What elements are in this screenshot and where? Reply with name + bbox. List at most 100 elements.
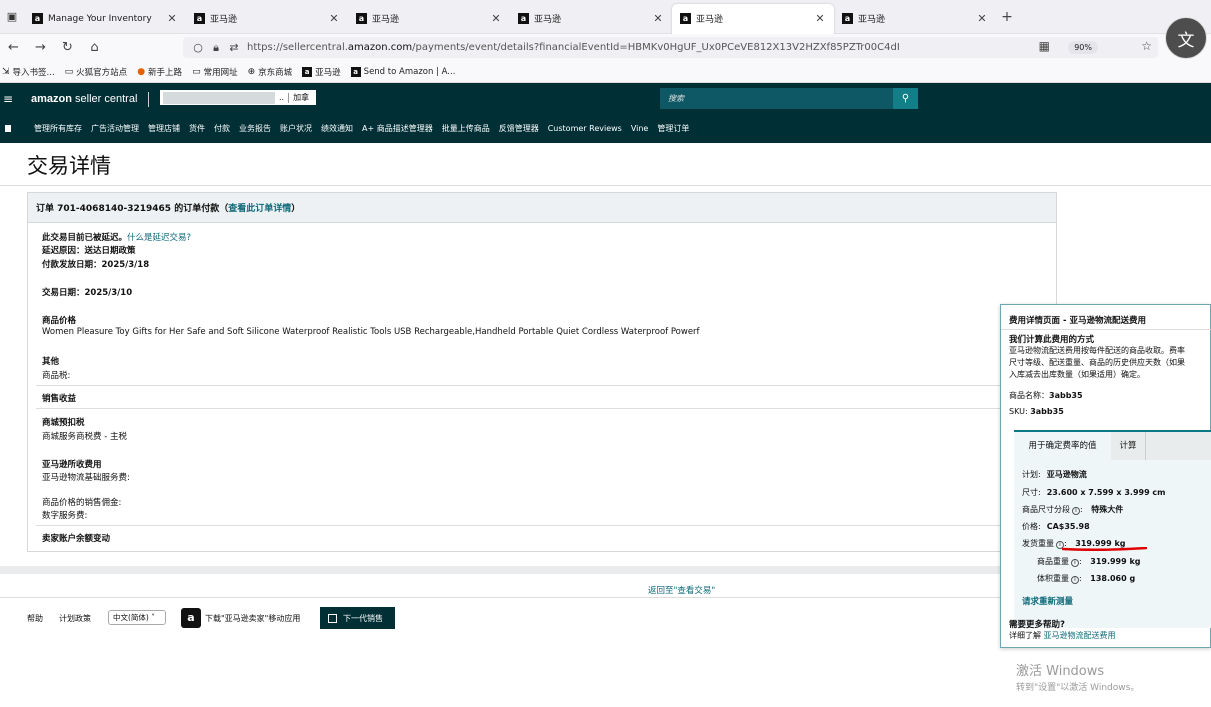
bookmark-send-to-amazon[interactable]: a Send to Amazon | A... — [350, 66, 455, 77]
product-name: 商品名称：3abb35 — [1009, 391, 1083, 400]
bookmarks-bar: ⇲ 导入书签... ▭ 火狐官方站点 ● 新手上路 ▭ 常用网址 ⊕ 京东商城 a 亚马逊 … — [0, 61, 1211, 83]
permissions-icon[interactable]: ⇄ — [225, 41, 243, 54]
bookmark-icon[interactable] — [5, 125, 11, 132]
nav-item[interactable]: 管理店铺 — [148, 123, 180, 134]
close-icon[interactable]: ✕ — [976, 12, 988, 25]
withheld-tax-label: 商城预扣税 — [42, 418, 85, 428]
account-switcher[interactable]: .. 加拿 — [160, 90, 316, 105]
home-icon[interactable]: ⌂ — [81, 40, 108, 55]
shield-icon[interactable]: ○ — [189, 41, 207, 54]
firefox-icon: ● — [137, 66, 146, 77]
divider — [36, 385, 1056, 386]
browser-tab[interactable]: a 亚马逊 ✕ — [186, 4, 348, 34]
request-remeasure-link[interactable]: 请求重新测量 — [1022, 595, 1073, 607]
browser-tab[interactable]: a 亚马逊 ✕ — [510, 4, 672, 34]
red-underline-annotation — [1062, 547, 1147, 551]
fba-fees-link[interactable]: 亚马逊物流配送费用 — [1044, 631, 1116, 640]
nav-item[interactable]: 货件 — [189, 123, 205, 134]
policy-link[interactable]: 计划政策 — [59, 613, 91, 624]
bookmark-amazon[interactable]: a 亚马逊 — [302, 66, 341, 78]
next-gen-selling-button[interactable]: 下一代销售 — [320, 607, 395, 629]
size-tier-row: 商品尺寸分段 i: 特殊大件 — [1022, 505, 1124, 515]
tab-label: 亚马逊 — [210, 15, 238, 25]
amazon-favicon-icon: a — [350, 66, 361, 77]
back-to-transactions-link[interactable]: 返回至"查看交易" — [648, 584, 715, 596]
divider — [1001, 329, 1211, 330]
browser-tab[interactable]: a Manage Your Inventory ✕ — [24, 4, 186, 34]
order-heading: 订单 701-4068140-3219465 的订单付款（ 查看此订单详情） — [28, 193, 1056, 223]
browser-tab[interactable]: a 亚马逊 ✕ — [834, 4, 996, 34]
bookmark-getting-started[interactable]: ● 新手上路 — [137, 66, 182, 78]
star-icon[interactable]: ☆ — [1141, 39, 1152, 53]
nav-item[interactable]: 反馈管理器 — [499, 123, 539, 134]
deferred-note: 此交易目前已被延迟。什么是延迟交易? — [42, 233, 192, 243]
help-link[interactable]: 帮助 — [27, 613, 43, 624]
forward-arrow-icon[interactable]: → — [27, 40, 54, 55]
amazon-favicon-icon: a — [32, 13, 43, 24]
browser-tab-active[interactable]: a 亚马逊 ✕ — [672, 3, 834, 34]
fee-values-panel: 用于确定费率的值 计算 计划: 亚马逊物流 尺寸: 23.600 x 7.599 x… — [1014, 430, 1211, 628]
divider — [0, 185, 1211, 186]
info-icon[interactable]: i — [1071, 576, 1079, 584]
translate-icon[interactable]: 文 — [1165, 17, 1207, 59]
nav-item[interactable]: A+ 商品描述管理器 — [362, 123, 433, 134]
account-divider — [288, 92, 290, 103]
close-icon[interactable]: ✕ — [652, 12, 664, 25]
divider — [36, 525, 1056, 526]
plan-row: 计划: 亚马逊物流 — [1022, 470, 1087, 479]
tab-label: 亚马逊 — [696, 15, 724, 25]
reload-icon[interactable]: ↻ — [54, 40, 81, 55]
tab-calculation[interactable]: 计算 — [1111, 432, 1146, 460]
nav-item[interactable]: Vine — [631, 124, 649, 133]
search-icon[interactable]: ⚲ — [893, 88, 918, 109]
tab-list-icon[interactable]: ▣ — [0, 0, 24, 34]
dimensions-row: 尺寸: 23.600 x 7.599 x 3.999 cm — [1022, 488, 1166, 497]
bookmark-jd[interactable]: ⊕ 京东商城 — [248, 66, 293, 78]
close-icon[interactable]: ✕ — [328, 12, 340, 25]
deferred-help-link[interactable]: 什么是延迟交易? — [127, 233, 191, 243]
new-tab-icon[interactable]: + — [996, 9, 1018, 25]
transaction-date: 交易日期：2025/3/10 — [42, 288, 133, 298]
info-icon[interactable]: i — [1072, 507, 1080, 515]
tab-label: 亚马逊 — [534, 15, 562, 25]
nav-item[interactable]: 付款 — [214, 123, 230, 134]
nav-item[interactable]: 业务报告 — [239, 123, 271, 134]
lock-icon[interactable]: 🔒︎ — [207, 41, 225, 55]
nav-item[interactable]: 绩效通知 — [321, 123, 353, 134]
nav-item[interactable]: 管理所有库存 — [34, 123, 82, 134]
nav-item[interactable]: 批量上传商品 — [442, 123, 490, 134]
globe-icon: ⊕ — [247, 66, 256, 77]
browser-tab[interactable]: a 亚马逊 ✕ — [348, 4, 510, 34]
bookmark-common[interactable]: ▭ 常用网址 — [192, 66, 238, 78]
amazon-favicon-icon: a — [302, 66, 313, 77]
url-text[interactable]: https://sellercentral.amazon.com/payment… — [247, 42, 900, 53]
order-details-link[interactable]: 查看此订单详情 — [228, 201, 291, 214]
nav-item[interactable]: 广告活动管理 — [91, 123, 139, 134]
menu-icon[interactable]: ≡ — [3, 92, 17, 106]
import-icon: ⇲ — [2, 66, 10, 77]
nav-item[interactable]: Customer Reviews — [548, 124, 622, 133]
close-icon[interactable]: ✕ — [814, 12, 826, 25]
nav-item[interactable]: 管理订单 — [657, 123, 689, 134]
back-arrow-icon[interactable]: ← — [0, 40, 27, 55]
search-input[interactable]: 搜索 — [660, 88, 893, 109]
close-icon[interactable]: ✕ — [166, 12, 178, 25]
address-bar[interactable]: ○ 🔒︎ ⇄ https://sellercentral.amazon.com/… — [183, 37, 1158, 58]
qr-code-icon[interactable]: ▦ — [1039, 39, 1050, 53]
popover-subtitle: 我们计算此费用的方式 — [1009, 335, 1095, 345]
tab-label: Manage Your Inventory — [48, 13, 152, 24]
amazon-app-icon[interactable]: a — [181, 608, 201, 628]
tax-label: 商品税: — [42, 371, 71, 381]
seller-central-logo[interactable]: amazon seller central — [31, 93, 137, 105]
nav-item[interactable]: 账户状况 — [280, 123, 312, 134]
language-select[interactable]: 中文(简体) ˅ — [108, 610, 166, 625]
tab-rate-values[interactable]: 用于确定费率的值 — [1014, 432, 1111, 460]
info-icon[interactable]: i — [1071, 559, 1079, 567]
divider — [36, 408, 1056, 409]
bookmark-import[interactable]: ⇲ 导入书签... — [2, 66, 55, 78]
page-title: 交易详情 — [27, 154, 111, 178]
bookmark-firefox[interactable]: ▭ 火狐官方站点 — [65, 66, 128, 78]
zoom-level[interactable]: 90% — [1068, 41, 1098, 54]
app-download-link[interactable]: 下载"亚马逊卖家"移动应用 — [205, 613, 300, 624]
close-icon[interactable]: ✕ — [490, 12, 502, 25]
